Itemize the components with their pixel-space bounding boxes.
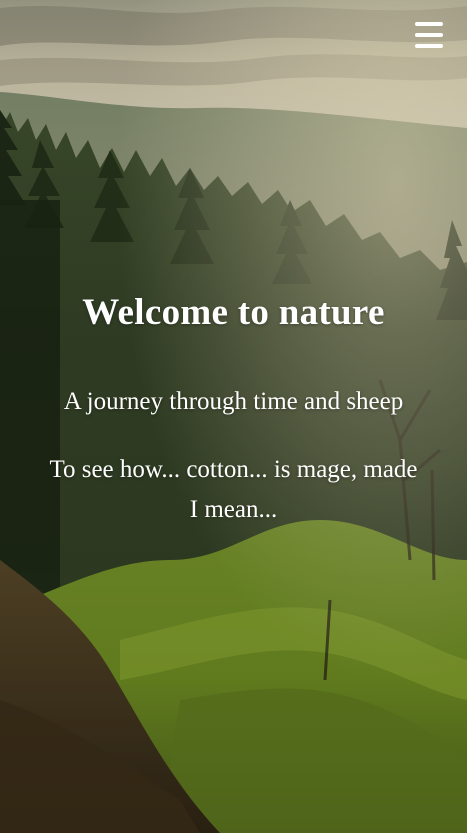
hamburger-menu-icon-bar <box>415 33 443 37</box>
hamburger-menu-icon-bar <box>415 22 443 26</box>
hero-paragraph-journey: A journey through time and sheep <box>63 388 404 415</box>
hamburger-menu-button[interactable] <box>415 22 443 48</box>
page-title: Welcome to nature <box>82 292 385 333</box>
hero-content: Welcome to nature A journey through time… <box>0 288 467 530</box>
hero-section: Welcome to nature A journey through time… <box>0 0 467 833</box>
hero-paragraph-cotton: To see how... cotton... is mage, made I … <box>49 456 418 523</box>
hamburger-menu-icon-bar <box>415 44 443 48</box>
